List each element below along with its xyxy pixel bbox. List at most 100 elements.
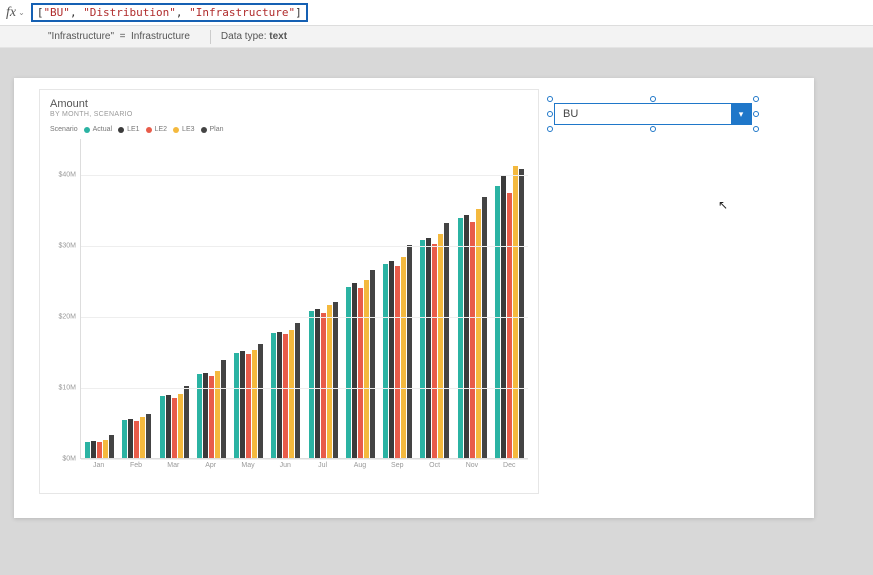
x-tick-label: Nov	[453, 459, 490, 469]
x-tick-label: Feb	[117, 459, 154, 469]
bar[interactable]	[295, 323, 300, 458]
bar-group	[416, 139, 453, 459]
bar[interactable]	[184, 386, 189, 458]
legend-text: Plan	[210, 126, 224, 133]
bar[interactable]	[277, 332, 282, 458]
formula-expression: ["BU", "Distribution", "Infrastructure"]	[37, 6, 302, 19]
bar[interactable]	[91, 441, 96, 458]
bar[interactable]	[495, 186, 500, 458]
bar[interactable]	[426, 238, 431, 458]
dropdown-visual[interactable]: BU ▾	[554, 103, 752, 125]
gridline	[81, 175, 528, 176]
bar[interactable]	[438, 234, 443, 458]
bar[interactable]	[407, 245, 412, 458]
gridline	[81, 459, 528, 460]
bar[interactable]	[389, 261, 394, 458]
bar[interactable]	[172, 398, 177, 458]
bar[interactable]	[289, 330, 294, 458]
bar[interactable]	[178, 394, 183, 458]
bar[interactable]	[240, 351, 245, 458]
bar[interactable]	[283, 334, 288, 458]
x-tick-label: Apr	[192, 459, 229, 469]
bar[interactable]	[97, 442, 102, 458]
bar[interactable]	[246, 354, 251, 458]
legend-item[interactable]: LE1	[118, 126, 139, 133]
bar[interactable]	[85, 442, 90, 458]
bar[interactable]	[160, 396, 165, 458]
bar[interactable]	[327, 305, 332, 458]
bar[interactable]	[271, 333, 276, 458]
bar[interactable]	[321, 313, 326, 458]
bar[interactable]	[358, 288, 363, 458]
y-tick-label: $10M	[58, 384, 76, 391]
bar[interactable]	[333, 302, 338, 458]
y-tick-label: $20M	[58, 313, 76, 320]
chart-subtitle: BY MONTH, SCENARIO	[50, 111, 528, 118]
bar[interactable]	[507, 193, 512, 458]
bar[interactable]	[203, 373, 208, 458]
bar[interactable]	[128, 419, 133, 458]
bar[interactable]	[146, 414, 151, 458]
legend-label: Scenario	[50, 126, 78, 133]
bar[interactable]	[352, 283, 357, 458]
bar[interactable]	[109, 435, 114, 458]
gridline	[81, 317, 528, 318]
bar[interactable]	[215, 371, 220, 458]
bar[interactable]	[140, 417, 145, 458]
legend-text: LE3	[182, 126, 194, 133]
info-datatype: Data type: text	[221, 31, 287, 42]
bar[interactable]	[134, 421, 139, 458]
bar[interactable]	[420, 240, 425, 458]
bar[interactable]	[221, 360, 226, 458]
x-tick-label: Aug	[341, 459, 378, 469]
bar-group	[193, 139, 230, 459]
bar[interactable]	[346, 287, 351, 458]
bar[interactable]	[513, 166, 518, 458]
legend-item[interactable]: LE2	[146, 126, 167, 133]
info-bar: "Infrastructure" = Infrastructure Data t…	[0, 26, 873, 48]
legend-text: Actual	[93, 126, 112, 133]
dropdown-box[interactable]: BU ▾	[554, 103, 752, 125]
bar[interactable]	[309, 311, 314, 458]
bar-group	[118, 139, 155, 459]
bar[interactable]	[122, 420, 127, 458]
bar-group	[342, 139, 379, 459]
bar[interactable]	[315, 309, 320, 458]
bar[interactable]	[383, 264, 388, 458]
legend-item[interactable]: Actual	[84, 126, 112, 133]
bar[interactable]	[364, 280, 369, 458]
report-canvas[interactable]: Amount BY MONTH, SCENARIO Scenario Actua…	[14, 78, 814, 518]
dropdown-toggle-button[interactable]: ▾	[731, 104, 751, 124]
bar[interactable]	[470, 222, 475, 458]
formula-input[interactable]: ["BU", "Distribution", "Infrastructure"]	[31, 3, 308, 22]
cursor-icon: ↖	[718, 198, 728, 212]
legend-text: LE2	[155, 126, 167, 133]
formula-bar: fx ⌄ ["BU", "Distribution", "Infrastruct…	[0, 0, 873, 26]
legend-text: LE1	[127, 126, 139, 133]
x-tick-label: May	[229, 459, 266, 469]
bar[interactable]	[395, 266, 400, 458]
bar[interactable]	[258, 344, 263, 458]
chart-visual[interactable]: Amount BY MONTH, SCENARIO Scenario Actua…	[39, 89, 539, 494]
legend-item[interactable]: LE3	[173, 126, 194, 133]
bar[interactable]	[370, 270, 375, 458]
bar[interactable]	[432, 244, 437, 458]
bar-group	[379, 139, 416, 459]
bar[interactable]	[103, 440, 108, 458]
bar[interactable]	[444, 223, 449, 458]
bar[interactable]	[166, 395, 171, 458]
chart-legend: Scenario Actual LE1 LE2 LE3 Plan	[50, 126, 528, 133]
bar[interactable]	[464, 215, 469, 458]
bars-row	[81, 139, 528, 459]
bar[interactable]	[234, 353, 239, 458]
bar[interactable]	[252, 350, 257, 458]
legend-item[interactable]: Plan	[201, 126, 224, 133]
x-tick-label: Jun	[267, 459, 304, 469]
fx-dropdown-icon[interactable]: ⌄	[18, 8, 25, 17]
bar[interactable]	[482, 197, 487, 458]
bar[interactable]	[197, 374, 202, 458]
bar[interactable]	[401, 257, 406, 458]
bar[interactable]	[458, 218, 463, 458]
bar[interactable]	[519, 169, 524, 458]
bar-group	[491, 139, 528, 459]
